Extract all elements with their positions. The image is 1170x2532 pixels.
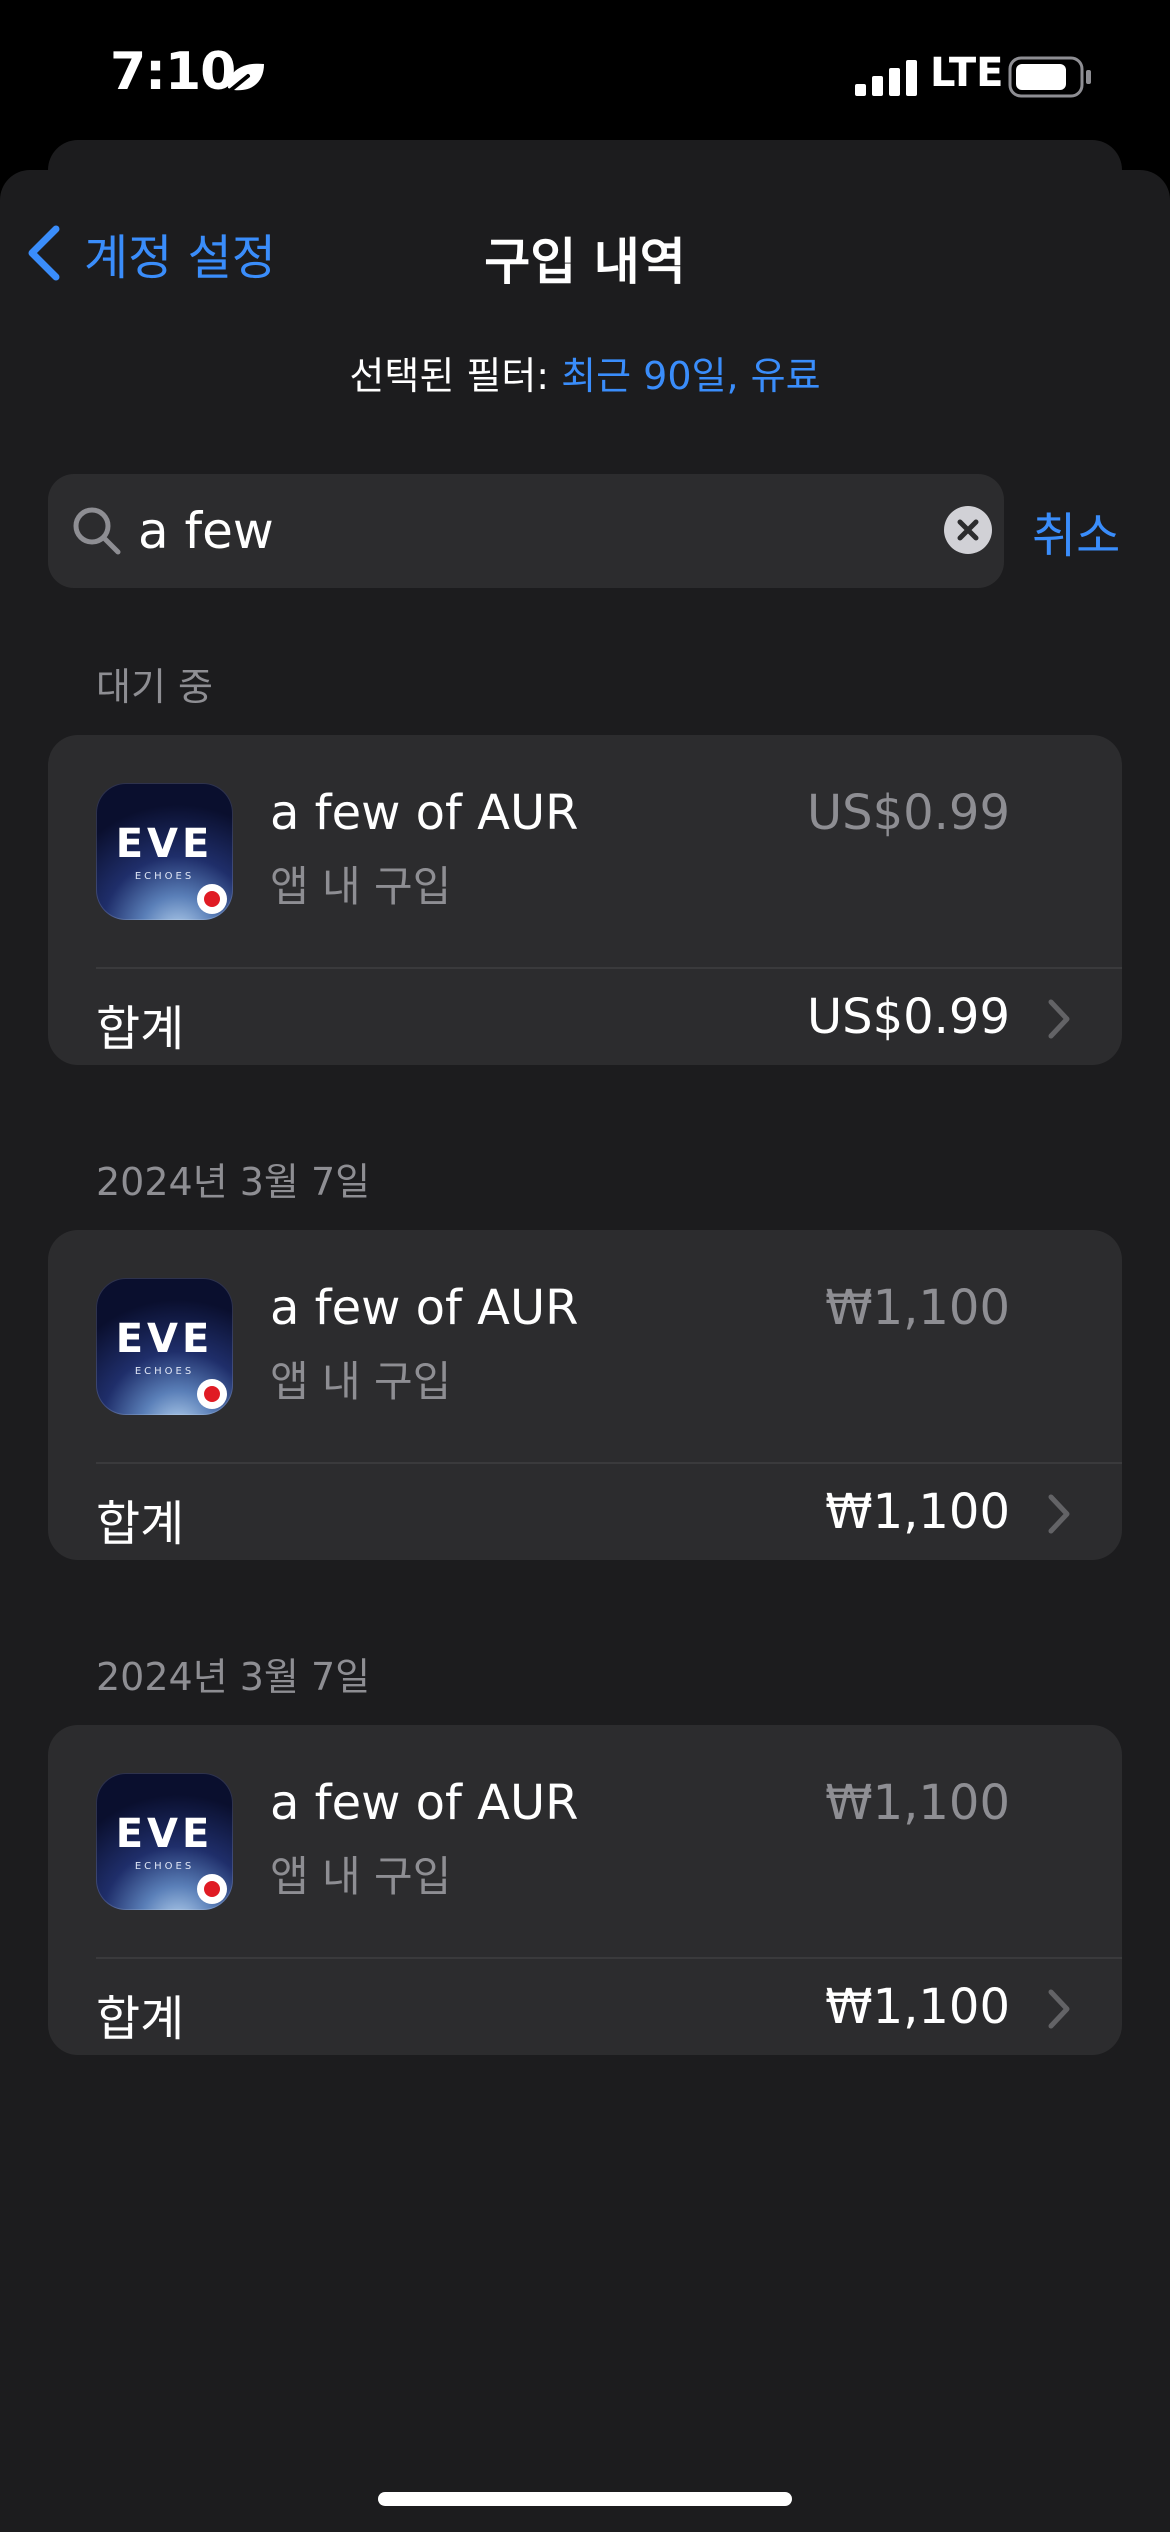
- item-type: 앱 내 구입: [270, 1357, 452, 1406]
- cellular-signal-icon: [855, 60, 917, 96]
- app-icon-badge: [197, 1379, 227, 1409]
- total-row[interactable]: 합계 ₩1,100: [48, 1959, 1122, 2055]
- app-icon-logo-text: EVE: [115, 1811, 214, 1857]
- search-input[interactable]: a few: [138, 502, 274, 560]
- purchase-card: EVE ECHOES a few of AUR 앱 내 구입 ₩1,100 합계…: [48, 1230, 1122, 1560]
- home-indicator[interactable]: [378, 2492, 792, 2506]
- item-price: US$0.99: [806, 785, 1010, 841]
- total-row[interactable]: 합계 ₩1,100: [48, 1464, 1122, 1560]
- item-price: ₩1,100: [825, 1775, 1010, 1831]
- chevron-right-icon: [1048, 1494, 1070, 1534]
- item-name: a few of AUR: [270, 785, 579, 841]
- chevron-right-icon: [1048, 999, 1070, 1039]
- clear-search-button[interactable]: [944, 506, 992, 554]
- eve-echoes-app-icon: EVE ECHOES: [96, 1773, 233, 1910]
- app-icon-sub-text: ECHOES: [134, 871, 195, 882]
- eve-echoes-app-icon: EVE ECHOES: [96, 783, 233, 920]
- total-row[interactable]: 합계 US$0.99: [48, 969, 1122, 1065]
- cancel-search-button[interactable]: 취소: [1032, 496, 1120, 566]
- total-amount: US$0.99: [806, 989, 1010, 1045]
- total-label: 합계: [96, 1496, 185, 1552]
- search-field[interactable]: a few: [48, 474, 1004, 588]
- item-name: a few of AUR: [270, 1775, 579, 1831]
- page-title: 구입 내역: [484, 233, 686, 291]
- battery-icon: [1008, 56, 1091, 98]
- purchase-card: EVE ECHOES a few of AUR 앱 내 구입 US$0.99 합…: [48, 735, 1122, 1065]
- item-name: a few of AUR: [270, 1280, 579, 1336]
- app-icon-badge: [197, 884, 227, 914]
- section-header-pending: 대기 중: [96, 665, 213, 709]
- close-icon: [957, 519, 979, 541]
- app-icon-badge: [197, 1874, 227, 1904]
- network-type-label: LTE: [930, 50, 1004, 96]
- total-amount: ₩1,100: [825, 1979, 1010, 2035]
- filter-prefix: 선택된 필터:: [349, 354, 562, 398]
- total-amount: ₩1,100: [825, 1484, 1010, 1540]
- filter-summary: 선택된 필터: 최근 90일, 유료: [0, 345, 1170, 400]
- focus-mode-leaf-icon: [224, 63, 264, 96]
- app-icon-sub-text: ECHOES: [134, 1861, 195, 1872]
- item-type: 앱 내 구입: [270, 862, 452, 911]
- item-price: ₩1,100: [825, 1280, 1010, 1336]
- filter-value-link[interactable]: 최근 90일, 유료: [561, 354, 820, 398]
- app-icon-logo-text: EVE: [115, 821, 214, 867]
- total-label: 합계: [96, 1001, 185, 1057]
- eve-echoes-app-icon: EVE ECHOES: [96, 1278, 233, 1415]
- status-time: 7:10: [110, 42, 236, 102]
- total-label: 합계: [96, 1991, 185, 2047]
- purchase-card: EVE ECHOES a few of AUR 앱 내 구입 ₩1,100 합계…: [48, 1725, 1122, 2055]
- section-header-date: 2024년 3월 7일: [96, 1160, 371, 1204]
- item-type: 앱 내 구입: [270, 1852, 452, 1901]
- app-icon-logo-text: EVE: [115, 1316, 214, 1362]
- search-icon: [73, 507, 121, 555]
- chevron-right-icon: [1048, 1989, 1070, 2029]
- screen: 7:10 LTE 계정 설정 구입 내역 선택된 필터: 최근 90일, 유료 …: [0, 0, 1170, 2532]
- app-icon-sub-text: ECHOES: [134, 1366, 195, 1377]
- section-header-date: 2024년 3월 7일: [96, 1655, 371, 1699]
